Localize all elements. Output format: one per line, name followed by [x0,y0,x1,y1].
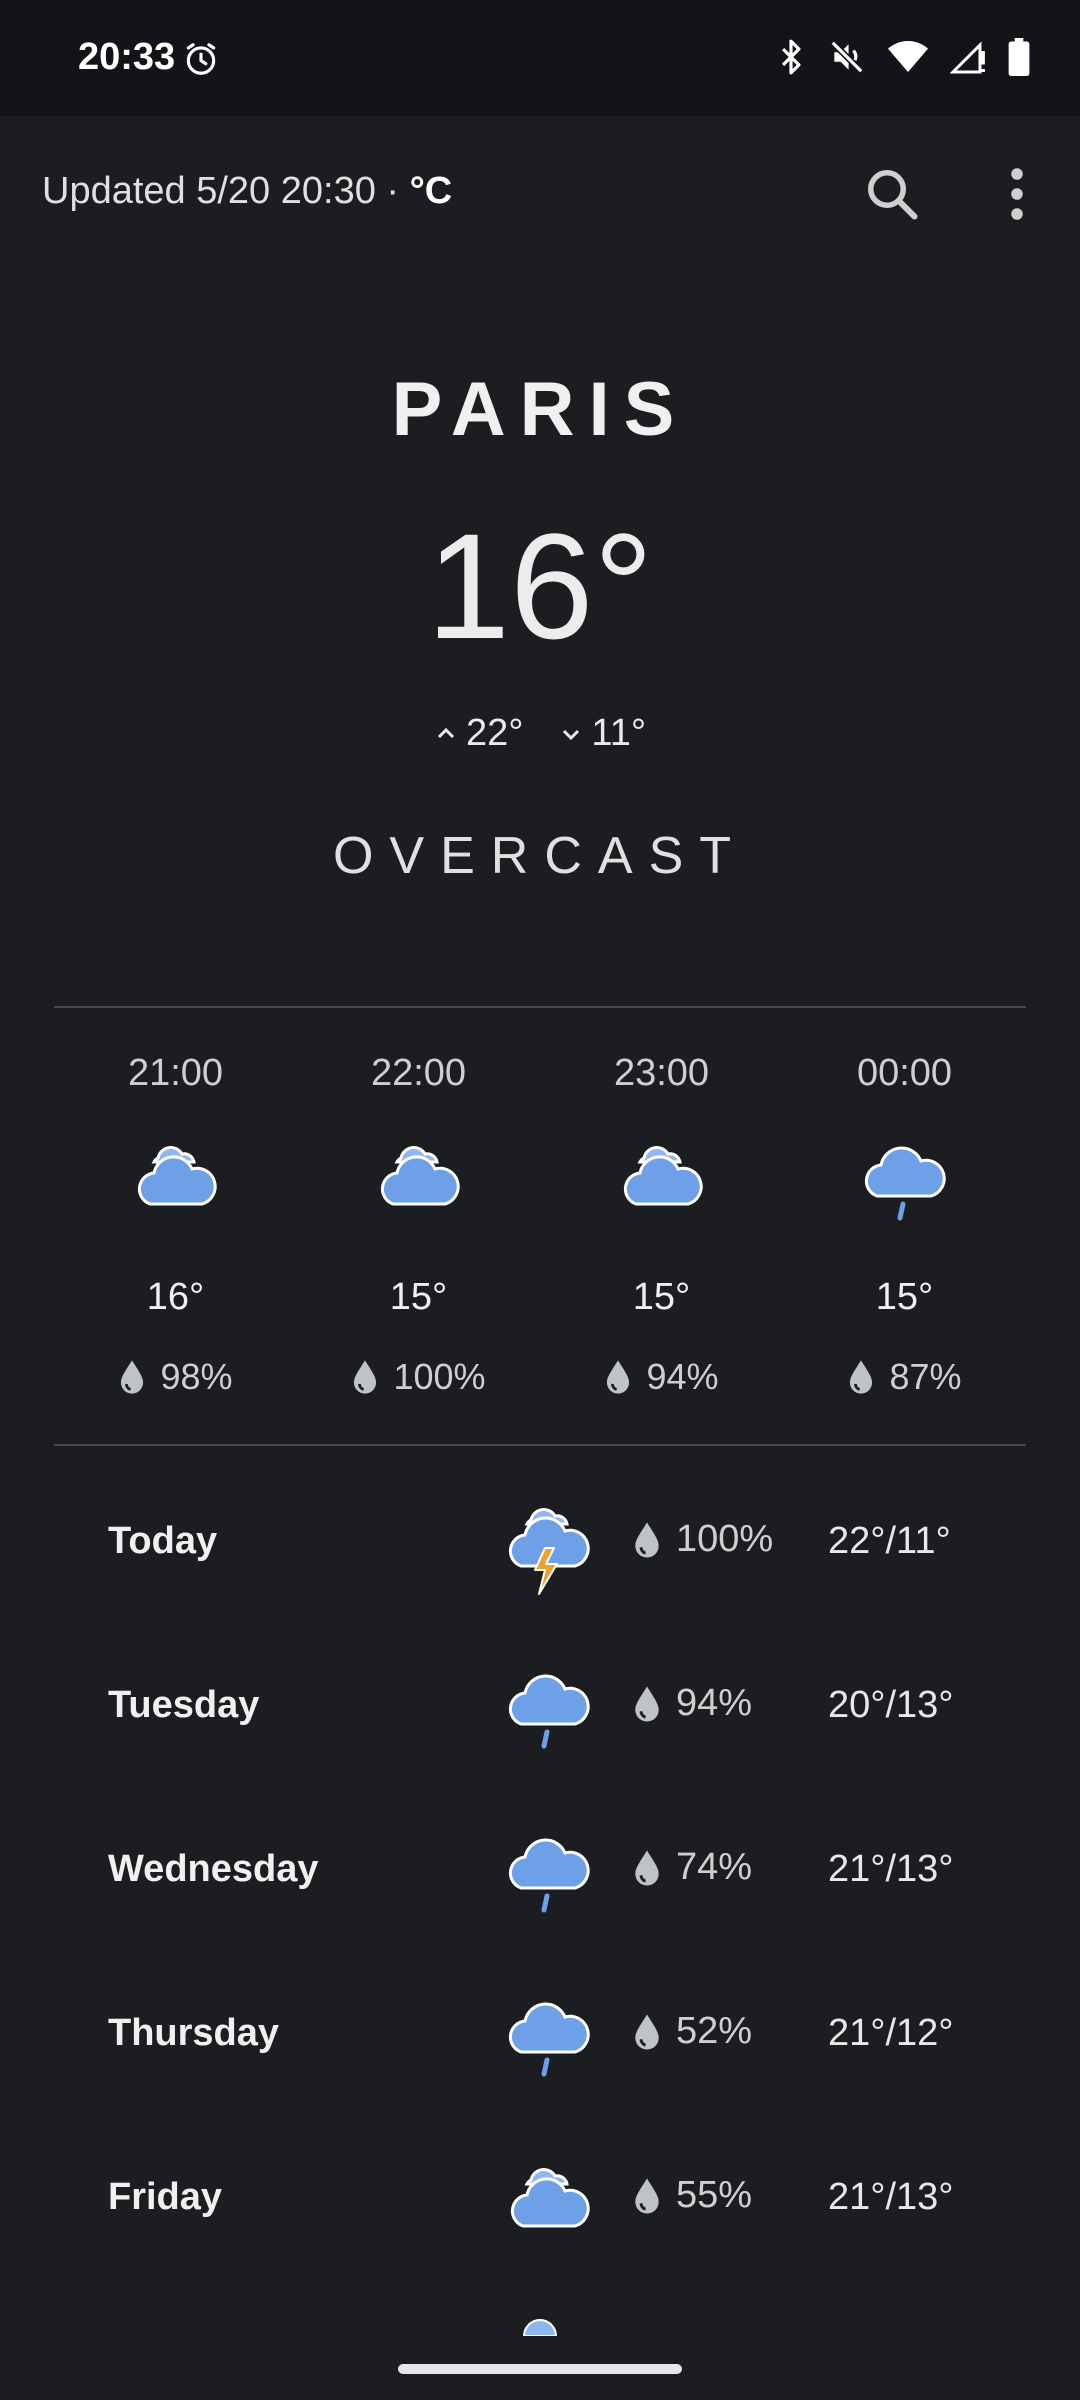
droplet-icon [121,1360,144,1394]
hour-precip: 87% [783,1356,1026,1398]
gesture-nav-handle[interactable] [398,2364,682,2374]
wifi-icon [888,39,928,75]
chevron-up-icon [437,727,454,738]
alarm-icon [182,40,220,83]
droplet-icon [635,2177,659,2214]
current-condition: OVERCAST [332,827,748,885]
daily-row[interactable]: Friday 55% 21°/13° [0,2116,1080,2280]
status-bar: 20:33 [0,0,1080,116]
partly-cloudy-icon [132,1134,220,1215]
day-temp-range: 21°/12° [828,2012,954,2054]
hourly-forecast[interactable]: 21:00 16° 98% 22:00 15° 100% 23:00 15° 9… [54,1006,1026,1442]
droplet-icon [635,1849,659,1886]
partly-cloudy-icon [505,2154,593,2239]
day-precip-value: 74% [676,1846,753,1888]
day-name: Friday [108,2176,223,2218]
daily-row[interactable]: Tuesday 94% 20°/13° [0,1624,1080,1788]
high-temp-value: 22° [465,712,524,754]
droplet-icon [850,1360,873,1394]
day-precip-value: 52% [676,2010,753,2052]
hour-precip-value: 94% [646,1356,719,1397]
high-temp: 22° [434,712,523,755]
partial-weather-icon [520,2318,560,2341]
low-temp: 11° [559,712,646,755]
hour-precip-value: 98% [160,1356,233,1397]
day-precip: 55% [632,2174,752,2217]
low-temp-value: 11° [591,712,647,754]
divider [54,1444,1026,1446]
hourly-item: 21:00 16° 98% [54,1006,297,1442]
bluetooth-icon [776,38,806,76]
droplet-icon [354,1360,377,1394]
search-icon [868,170,918,220]
more-options-button[interactable] [1000,164,1034,224]
day-temp-range: 20°/13° [828,1684,954,1726]
day-precip-value: 55% [676,2174,753,2216]
thunderstorm-icon [505,1498,593,1607]
daily-row[interactable]: Wednesday 74% 21°/13° [0,1788,1080,1952]
rain-icon [505,1826,593,1921]
day-temp-range: 21°/13° [828,2176,954,2218]
hourly-item: 23:00 15° 94% [540,1006,783,1442]
hour-precip: 94% [540,1356,783,1398]
day-precip-value: 100% [676,1518,774,1560]
hourly-item: 22:00 15° 100% [297,1006,540,1442]
updated-text: Updated 5/20 20:30 · [42,170,410,212]
rain-icon [861,1134,949,1229]
day-precip: 52% [632,2010,752,2053]
droplet-icon [607,1360,630,1394]
high-low: 22° 11° [0,712,1080,755]
battery-icon [1008,38,1030,76]
day-precip-value: 94% [676,1682,753,1724]
day-name: Tuesday [108,1684,260,1726]
chevron-down-icon [563,729,580,740]
hour-precip: 98% [54,1356,297,1398]
droplet-icon [635,1521,659,1558]
partly-cloudy-icon [618,1134,706,1215]
day-name: Wednesday [108,1848,319,1890]
hourly-item: 00:00 15° 87% [783,1006,1026,1442]
hour-time: 22:00 [370,1052,467,1094]
partly-cloudy-icon [375,1134,463,1215]
current-temperature: 16° [426,502,654,670]
day-temp-range: 21°/13° [828,1848,954,1890]
city-name: PARIS [391,367,689,452]
status-time: 20:33 [78,36,176,78]
hour-temp: 15° [632,1276,691,1318]
app-header: Updated 5/20 20:30 · °C [0,116,1080,266]
hour-temp: 15° [389,1276,448,1318]
day-precip: 94% [632,1682,752,1725]
unit-toggle[interactable]: °C [410,170,453,212]
rain-icon [505,1662,593,1757]
droplet-icon [635,2013,659,2050]
hour-time: 23:00 [613,1052,710,1094]
daily-row[interactable]: Thursday 52% 21°/12° [0,1952,1080,2116]
signal-icon [950,39,986,75]
hour-time: 21:00 [127,1052,224,1094]
status-icons [776,38,1030,76]
search-button[interactable] [862,164,922,224]
rain-icon [505,1990,593,2085]
hour-precip: 100% [297,1356,540,1398]
day-precip: 74% [632,1846,752,1889]
more-vert-icon [1011,168,1023,220]
day-temp-range: 22°/11° [828,1520,951,1562]
hour-precip-value: 87% [889,1356,962,1397]
day-precip: 100% [632,1518,773,1561]
droplet-icon [635,1685,659,1722]
day-name: Today [108,1520,218,1562]
hour-temp: 16° [146,1276,205,1318]
daily-forecast[interactable]: Today 100% 22°/11° Tuesday 94% 20°/13° W… [0,1460,1080,2280]
day-name: Thursday [108,2012,280,2054]
hour-precip-value: 100% [393,1356,486,1397]
daily-row[interactable]: Today 100% 22°/11° [0,1460,1080,1624]
hour-time: 00:00 [856,1052,953,1094]
hour-temp: 15° [875,1276,934,1318]
updated-label: Updated 5/20 20:30 · °C [42,170,452,213]
mute-icon [828,38,866,76]
